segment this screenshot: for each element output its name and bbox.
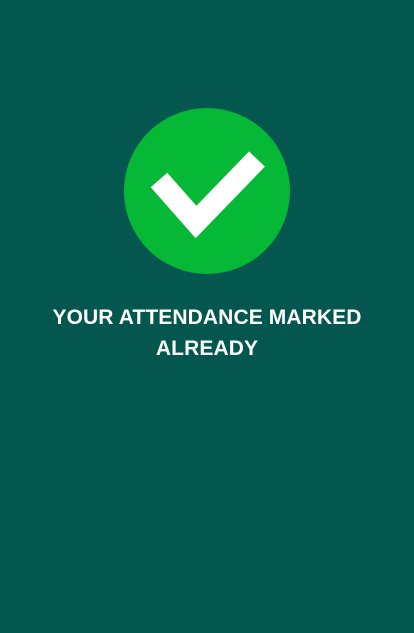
attendance-status-screen: YOUR ATTENDANCE MARKED ALREADY — [0, 0, 414, 633]
check-circle-icon — [124, 108, 290, 274]
attendance-message: YOUR ATTENDANCE MARKED ALREADY — [52, 306, 362, 360]
